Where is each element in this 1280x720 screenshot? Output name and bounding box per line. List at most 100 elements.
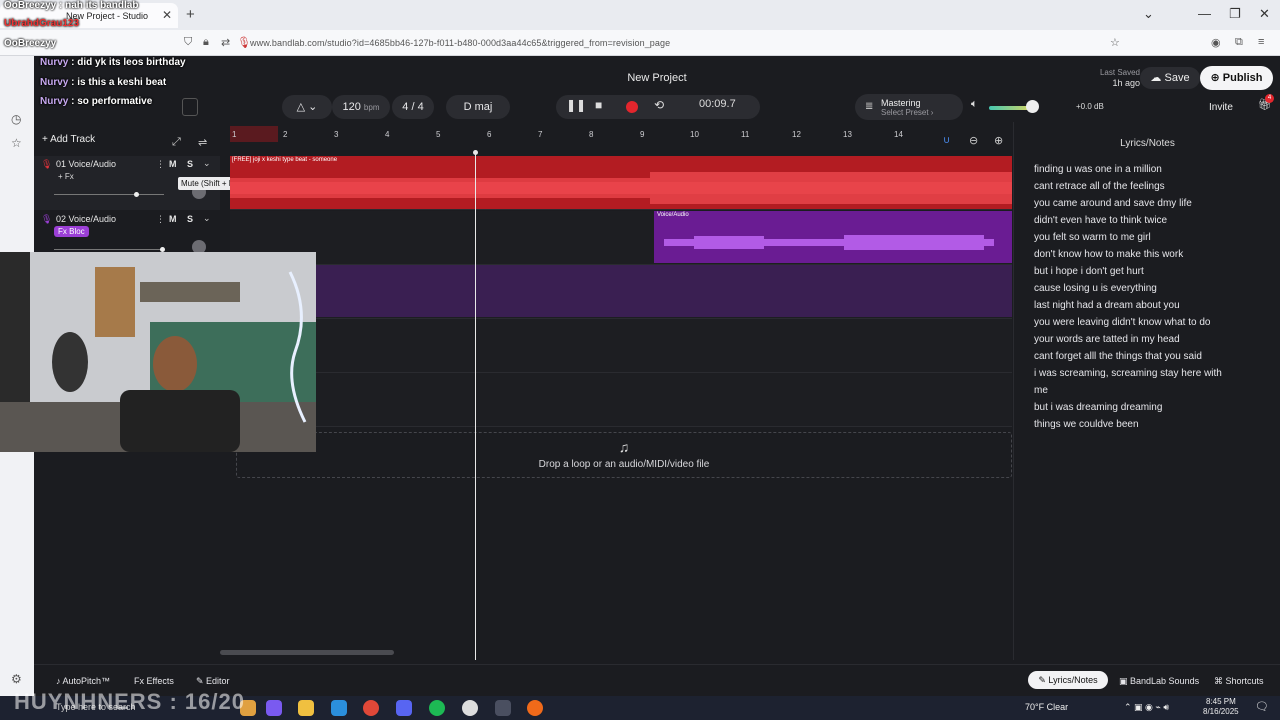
key-field[interactable]: D maj — [446, 95, 510, 119]
ruler-mark: 7 — [538, 130, 543, 139]
mute-button[interactable]: M — [169, 159, 177, 169]
webcam-feed — [0, 252, 316, 452]
stop-button[interactable]: ■ — [595, 98, 602, 112]
solo-button[interactable]: S — [187, 159, 193, 169]
zoom-out-icon[interactable]: ⊖ — [969, 134, 978, 147]
audio-clip-vocal[interactable]: Voice/Audio — [654, 211, 1012, 263]
track-name[interactable]: 02 Voice/Audio — [56, 214, 116, 224]
tab-close-icon[interactable]: ✕ — [162, 8, 172, 22]
zoom-in-icon[interactable]: ⊕ — [994, 134, 1003, 147]
extensions-icon[interactable]: ⧉ — [1235, 36, 1243, 49]
url-field[interactable]: www.bandlab.com/studio?id=4685bb46-127b-… — [250, 38, 670, 48]
metronome-button[interactable]: △ ⌄ — [282, 95, 332, 119]
lyrics-notes-tab[interactable]: ✎ Lyrics/Notes — [1028, 671, 1108, 689]
timeline-ruler[interactable]: 1 2 3 4 5 6 7 8 9 10 11 12 13 14 — [230, 126, 1012, 142]
obs-icon[interactable] — [462, 700, 478, 716]
horizontal-scrollbar[interactable] — [220, 650, 394, 655]
drop-zone[interactable]: ♫ Drop a loop or an audio/MIDI/video fil… — [236, 432, 1012, 478]
track-lane[interactable] — [230, 373, 1012, 427]
mic-icon: 🎙︎ — [41, 159, 53, 169]
snap-magnet-icon[interactable]: ∪ — [943, 135, 950, 146]
notification-icon[interactable]: 🗨︎ — [1255, 700, 1269, 713]
shortcuts-tab[interactable]: ⌘ Shortcuts — [1214, 676, 1264, 687]
studio-top-bar: New Project Last Saved 1h ago ☁ Save ⊕ P… — [34, 56, 1280, 122]
waveform — [664, 235, 994, 250]
invite-button[interactable]: Invite — [1209, 102, 1233, 113]
save-button[interactable]: ☁ Save — [1140, 67, 1200, 89]
chat-message: Nurvy : did yk its leos birthday — [40, 57, 186, 68]
more-icon[interactable]: ⋮ — [156, 214, 165, 225]
track-lane[interactable] — [230, 319, 1012, 373]
tempo-field[interactable]: 120 bpm — [332, 95, 390, 119]
metronome-box-icon[interactable] — [182, 98, 198, 116]
minimize-button[interactable]: — — [1198, 6, 1211, 21]
editor-button[interactable]: ✎ Editor — [196, 676, 230, 687]
fx-icon: Fx — [134, 676, 147, 686]
autopitch-button[interactable]: ♪ AutoPitch™ — [56, 676, 110, 686]
close-window-button[interactable]: ✕ — [1259, 6, 1270, 22]
microphone-icon[interactable]: 🎙︎ — [237, 36, 251, 49]
tray-icons[interactable]: ⌃ ▣ ◉ ⌁ 🔊︎ — [1124, 702, 1169, 713]
effects-button[interactable]: Fx Effects — [134, 676, 174, 686]
clock-date[interactable]: 8/16/2025 — [1203, 707, 1239, 716]
waveform — [230, 172, 1012, 204]
fx-button[interactable]: + Fx — [54, 171, 78, 182]
track-name[interactable]: 01 Voice/Audio — [56, 159, 116, 169]
chevron-down-icon[interactable]: ⌄ — [203, 213, 211, 224]
automation-icon[interactable]: ⤢ — [172, 136, 181, 149]
fx-button[interactable]: Fx Bloc — [54, 226, 89, 237]
bandlab-sounds-tab[interactable]: ▣ BandLab Sounds — [1119, 676, 1199, 687]
mute-button[interactable]: M — [169, 214, 177, 224]
lock-icon[interactable]: 🔒︎ — [203, 36, 209, 49]
edge-icon[interactable] — [331, 700, 347, 716]
chrome-icon[interactable] — [363, 700, 379, 716]
master-volume-knob[interactable] — [1026, 100, 1039, 113]
notification-badge: 4 — [1265, 94, 1274, 103]
weather[interactable]: 70°F Clear — [1025, 702, 1068, 712]
new-tab-button[interactable]: + — [186, 6, 195, 23]
history-icon[interactable]: ◷ — [11, 112, 21, 126]
track-lane-region[interactable] — [316, 265, 1012, 317]
time-signature-field[interactable]: 4 / 4 — [392, 95, 434, 119]
pause-button[interactable]: ❚❚ — [566, 98, 586, 112]
loop-icon[interactable]: ⟲ — [654, 98, 664, 112]
chat-line: OoBreezyy : nah its bandlab — [4, 0, 139, 11]
playhead[interactable] — [473, 150, 478, 660]
clock-time[interactable]: 8:45 PM — [1206, 697, 1236, 706]
app-icon[interactable] — [266, 700, 282, 716]
bookmark-star-icon[interactable]: ☆ — [1110, 36, 1120, 49]
shield-icon[interactable]: ⛉ — [184, 36, 192, 49]
more-icon[interactable]: ⋮ — [156, 159, 165, 170]
speaker-icon[interactable]: 🔈︎ — [971, 98, 978, 111]
record-button[interactable] — [626, 101, 638, 113]
track-volume-slider[interactable] — [54, 247, 165, 252]
metronome-icon: △ ⌄ — [296, 101, 318, 113]
add-track-button[interactable]: + Add Track — [42, 134, 95, 145]
ruler-mark: 4 — [385, 130, 390, 139]
tab-list-icon[interactable]: ⌄ — [1143, 6, 1154, 22]
permissions-icon[interactable]: ⇄ — [221, 36, 230, 49]
menu-icon[interactable]: ≡ — [1258, 36, 1264, 48]
file-explorer-icon[interactable] — [298, 700, 314, 716]
audio-clip-beat[interactable]: [FREE] joji x keshi type beat - someone — [230, 156, 1012, 209]
ruler-mark: 8 — [589, 130, 594, 139]
mastering-button[interactable]: ≣ Mastering Select Preset › — [855, 94, 963, 120]
pencil-icon: ✎ — [196, 676, 207, 686]
publish-button[interactable]: ⊕ Publish — [1200, 66, 1273, 90]
maximize-button[interactable]: ❐ — [1229, 6, 1241, 22]
track-volume-slider[interactable] — [54, 192, 164, 197]
bookmarks-icon[interactable]: ☆ — [11, 136, 22, 150]
solo-button[interactable]: S — [187, 214, 193, 224]
chevron-down-icon[interactable]: ⌄ — [203, 158, 211, 169]
track-settings-icon[interactable]: ⇌ — [198, 136, 207, 149]
ruler-mark: 6 — [487, 130, 492, 139]
pen-icon: ✎ — [1038, 675, 1049, 685]
plus-icon: + — [42, 134, 51, 145]
app-icon[interactable] — [495, 700, 511, 716]
discord-icon[interactable] — [396, 700, 412, 716]
settings-icon[interactable]: ⚙ — [11, 672, 22, 686]
account-icon[interactable]: ◉ — [1211, 36, 1221, 49]
firefox-icon[interactable] — [527, 700, 543, 716]
loop-region[interactable] — [230, 126, 278, 142]
spotify-icon[interactable] — [429, 700, 445, 716]
